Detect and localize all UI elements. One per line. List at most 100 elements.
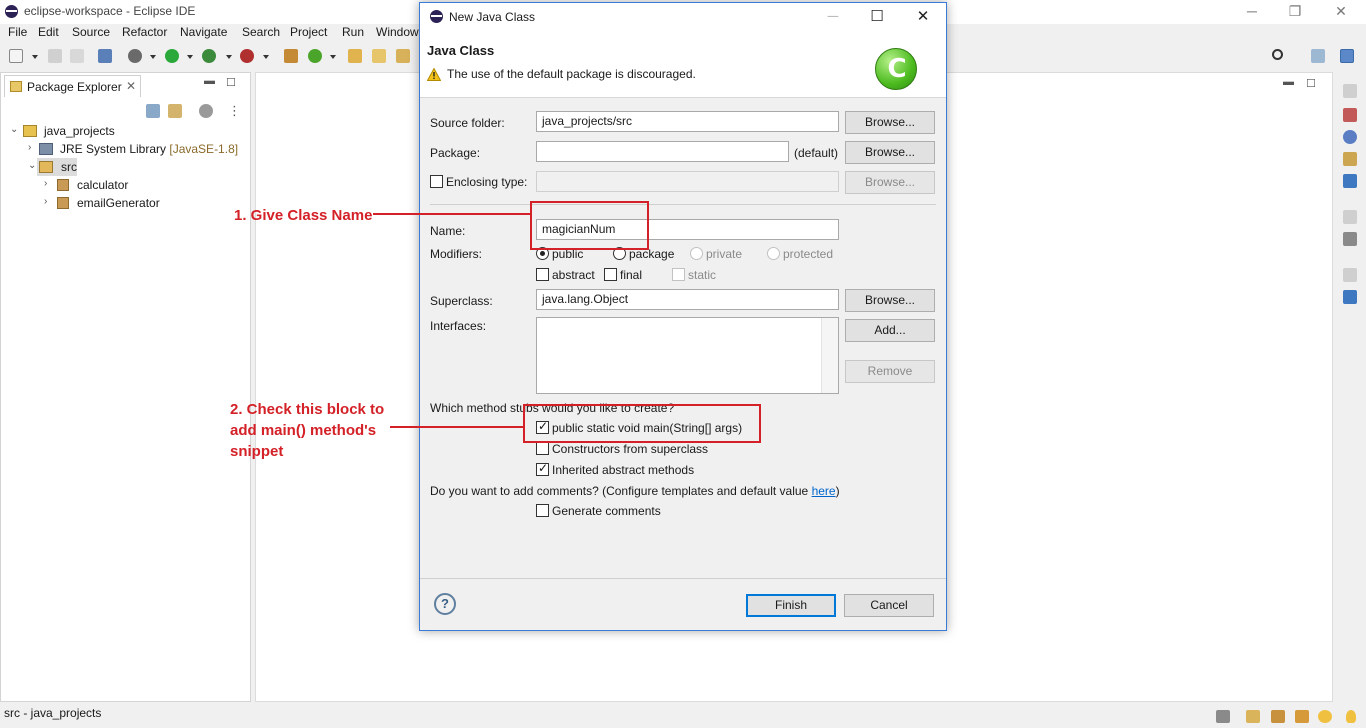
view-menu-icon[interactable]: ⋮ [228, 103, 241, 119]
tab-package-explorer[interactable]: Package Explorer ✕ [4, 75, 141, 97]
javadoc-icon[interactable] [1343, 130, 1357, 144]
protected-label: protected [783, 247, 834, 261]
new-icon[interactable] [9, 49, 23, 63]
generate-comments-checkbox[interactable] [536, 504, 549, 517]
link-editor-icon[interactable] [168, 104, 182, 118]
smiley-icon[interactable] [1318, 710, 1332, 723]
java-perspective-icon[interactable] [1340, 49, 1354, 63]
enclosing-type-label: Enclosing type: [446, 175, 528, 189]
constructors-checkbox[interactable] [536, 442, 549, 455]
search-icon[interactable] [1272, 49, 1283, 60]
tutorial-icon[interactable] [1271, 710, 1285, 723]
hierarchy-icon[interactable] [1343, 108, 1357, 122]
dialog-title: New Java Class [449, 10, 536, 24]
package-label: emailGenerator [77, 196, 160, 210]
declaration-icon[interactable] [1343, 152, 1357, 166]
minimize-icon[interactable]: ─ [822, 7, 844, 27]
final-checkbox[interactable] [604, 268, 617, 281]
close-icon[interactable]: ✕ [912, 7, 934, 27]
chevron-right-icon[interactable]: › [44, 196, 47, 207]
menu-source[interactable]: Source [72, 25, 110, 39]
chevron-right-icon[interactable]: › [28, 142, 31, 153]
configure-templates-link[interactable]: here [812, 484, 836, 498]
chevron-down-icon[interactable] [263, 55, 269, 59]
close-icon[interactable]: ✕ [1331, 2, 1351, 20]
book-icon[interactable] [1246, 710, 1260, 723]
jre-version: [JavaSE-1.8] [169, 142, 239, 156]
browse-superclass-button[interactable]: Browse... [845, 289, 935, 312]
inherited-methods-checkbox[interactable] [536, 461, 549, 476]
minimize-icon[interactable]: ▬ [204, 75, 215, 87]
task-list-icon[interactable] [1343, 232, 1357, 246]
restore-icon[interactable]: ❐ [1285, 2, 1305, 20]
chevron-down-icon[interactable]: ⌄ [10, 124, 18, 135]
source-folder-icon [39, 161, 53, 173]
abstract-checkbox[interactable] [536, 268, 549, 281]
minimize-icon[interactable]: ─ [1242, 2, 1262, 20]
chevron-right-icon[interactable]: › [44, 178, 47, 189]
open-task-icon[interactable] [372, 49, 386, 63]
chevron-down-icon[interactable] [226, 55, 232, 59]
menu-project[interactable]: Project [290, 25, 327, 39]
project-folder-icon [23, 125, 37, 137]
chevron-down-icon[interactable]: ⌄ [28, 160, 36, 171]
jre-label: JRE System Library [60, 142, 167, 156]
abstract-label: abstract [552, 268, 595, 282]
save-all-icon[interactable] [70, 49, 84, 63]
interfaces-list[interactable] [536, 317, 839, 394]
scrollbar[interactable] [821, 318, 838, 393]
outline-icon[interactable] [1343, 290, 1357, 304]
skip-breakpoints-icon[interactable] [98, 49, 112, 63]
lightbulb-icon[interactable] [1346, 710, 1356, 723]
package-icon [57, 197, 69, 209]
open-type-icon[interactable] [348, 49, 362, 63]
enclosing-type-checkbox[interactable] [430, 175, 443, 188]
maximize-icon[interactable]: ☐ [1306, 77, 1316, 90]
debug-icon[interactable] [128, 49, 142, 63]
restore-icon[interactable] [1343, 210, 1357, 224]
browse-package-button[interactable]: Browse... [845, 141, 935, 164]
run-icon[interactable] [165, 49, 179, 63]
coverage-icon[interactable] [202, 49, 216, 63]
collapse-all-icon[interactable] [146, 104, 160, 118]
chevron-down-icon[interactable] [187, 55, 193, 59]
package-field[interactable] [536, 141, 789, 162]
superclass-field[interactable]: java.lang.Object [536, 289, 839, 310]
filter-icon[interactable] [199, 104, 213, 118]
maximize-icon[interactable]: ☐ [866, 7, 888, 27]
network-icon[interactable] [1216, 710, 1230, 723]
menu-refactor[interactable]: Refactor [122, 25, 167, 39]
chevron-down-icon[interactable] [150, 55, 156, 59]
menu-edit[interactable]: Edit [38, 25, 59, 39]
browse-source-button[interactable]: Browse... [845, 111, 935, 134]
console-icon[interactable] [1343, 174, 1357, 188]
src-label: src [61, 160, 77, 174]
menu-search[interactable]: Search [242, 25, 280, 39]
menu-navigate[interactable]: Navigate [180, 25, 227, 39]
maximize-icon[interactable]: ☐ [226, 76, 236, 89]
new-class-icon[interactable] [308, 49, 322, 63]
finish-button[interactable]: Finish [746, 594, 836, 617]
cancel-button[interactable]: Cancel [844, 594, 934, 617]
enclosing-type-field [536, 171, 839, 192]
menu-window[interactable]: Window [376, 25, 419, 39]
minimize-icon[interactable]: ▬ [1283, 76, 1294, 88]
new-package-icon[interactable] [284, 49, 298, 63]
restore-icon[interactable] [1343, 84, 1357, 98]
close-icon[interactable]: ✕ [126, 79, 136, 93]
chevron-down-icon[interactable] [32, 55, 38, 59]
tip-icon[interactable] [1295, 710, 1309, 723]
save-icon[interactable] [48, 49, 62, 63]
help-icon[interactable]: ? [434, 593, 456, 615]
external-tools-icon[interactable] [240, 49, 254, 63]
menu-file[interactable]: File [8, 25, 27, 39]
chevron-down-icon[interactable] [330, 55, 336, 59]
separator [430, 204, 936, 205]
restore-icon[interactable] [1343, 268, 1357, 282]
menu-run[interactable]: Run [342, 25, 364, 39]
add-interface-button[interactable]: Add... [845, 319, 935, 342]
static-label: static [688, 268, 717, 282]
source-folder-field[interactable]: java_projects/src [536, 111, 839, 132]
pen-icon[interactable] [396, 49, 410, 63]
open-perspective-icon[interactable] [1311, 49, 1325, 63]
